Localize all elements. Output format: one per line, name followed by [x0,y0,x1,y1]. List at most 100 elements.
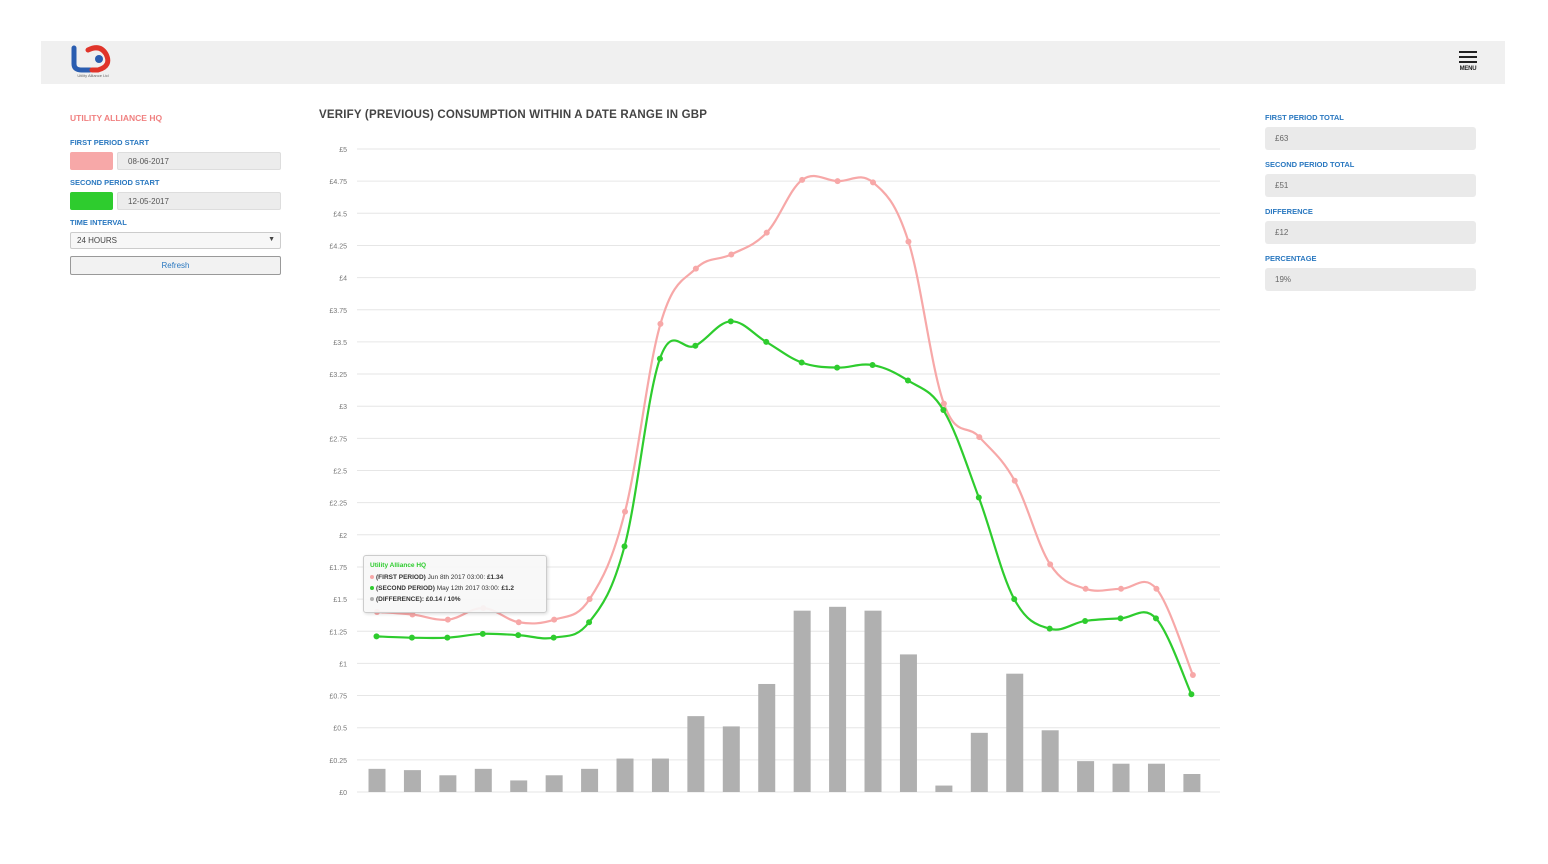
series-point [763,338,770,345]
series-point [408,634,415,641]
difference-bar [510,780,528,792]
difference-bar [722,726,740,792]
difference-bar [474,768,492,792]
tooltip-second-label: (SECOND PERIOD) [376,585,435,592]
difference-bar [758,683,776,792]
tooltip-first-period: (FIRST PERIOD) Jun 8th 2017 03:00: £1.34 [370,574,503,581]
difference-bar [545,775,563,792]
series-point [551,616,558,623]
series-point [1046,625,1053,632]
y-tick-label: £3.5 [333,340,347,347]
difference-bar [368,768,386,792]
tooltip-title: Utility Alliance HQ [370,562,427,569]
series-point [834,178,841,185]
y-tick-label: £0.75 [329,694,347,701]
series-point [975,494,982,501]
y-tick-label: £3.25 [329,372,347,379]
summary-panel: FIRST PERIOD TOTAL £63 SECOND PERIOD TOT… [1265,113,1476,291]
difference-bar [687,716,705,792]
y-tick-label: £4.5 [333,211,347,218]
difference-bar [651,758,669,792]
second-period-dot [370,586,374,591]
tooltip-difference-label: (DIFFERENCE): [376,596,425,603]
tooltip-first-value: £1.34 [486,574,504,581]
series-point [1117,615,1124,622]
difference-bar [439,775,457,792]
difference-bar [793,610,811,792]
y-tick-label: £0.5 [333,726,347,733]
difference-bar [935,785,953,792]
series-point [1011,596,1018,603]
difference-field: £12 [1265,221,1476,244]
difference-bar [581,768,599,792]
series-point [869,362,876,369]
second-total-field: £51 [1265,174,1476,197]
series-point [763,229,770,236]
series-point [904,377,911,384]
y-tick-label: £4 [339,276,347,283]
y-tick-label: £5 [339,147,347,154]
y-tick-label: £2 [339,533,347,540]
series-point [479,630,486,637]
series-point [1188,691,1195,698]
y-tick-label: £1.5 [333,597,347,604]
y-tick-label: £1 [339,661,347,668]
series-point [657,320,664,327]
first-total-field: £63 [1265,127,1476,150]
y-tick-label: £2.75 [329,436,347,443]
percentage-field: 19% [1265,268,1476,291]
tooltip-first-date: Jun 8th 2017 03:00: [427,574,486,581]
y-tick-label: £3.75 [329,308,347,315]
series-line [376,320,1193,695]
series-point [586,596,593,603]
difference-bar [403,770,421,792]
series-point [444,634,451,641]
y-tick-label: £2.25 [329,501,347,508]
tooltip-difference-value: £0.14 / 10% [425,596,461,603]
difference-bar [1006,673,1024,792]
series-point [799,176,806,183]
tooltip-second-period: (SECOND PERIOD) May 12th 2017 03:00: £1.… [370,585,514,592]
series-point [373,633,380,640]
first-total-label: FIRST PERIOD TOTAL [1265,113,1344,122]
difference-bar [1112,763,1130,792]
series-point [834,364,841,371]
series-point [798,359,805,366]
difference-label: DIFFERENCE [1265,207,1313,216]
difference-bar [1077,761,1095,792]
difference-bar [829,606,847,792]
series-point [1011,477,1018,484]
tooltip-difference: (DIFFERENCE): £0.14 / 10% [370,596,461,603]
first-period-dot [370,575,374,580]
series-point [940,407,947,414]
series-point [976,434,983,441]
difference-bar [1183,773,1201,792]
difference-bar [1147,763,1165,792]
series-point [905,238,912,245]
difference-bar [1041,730,1059,792]
series-point [1153,585,1160,592]
series-point [515,632,522,639]
series-point [656,355,663,362]
series-point [550,634,557,641]
series-point [870,179,877,186]
percentage-label: PERCENTAGE [1265,254,1317,263]
y-tick-label: £0 [339,790,347,797]
difference-bar [616,758,634,792]
series-point [692,342,699,349]
series-point [621,543,628,550]
y-tick-label: £4.25 [329,243,347,250]
difference-bar [864,610,882,792]
difference-dot [370,597,374,602]
difference-bar [970,732,988,792]
tooltip-second-value: £1.2 [501,585,515,592]
series-point [1047,561,1054,568]
y-tick-label: £3 [339,404,347,411]
series-point [692,265,699,272]
y-tick-label: £1.25 [329,629,347,636]
series-point [728,251,735,258]
series-point [1118,585,1125,592]
series-point [1152,615,1159,622]
series-point [515,619,522,626]
chart-tooltip: Utility Alliance HQ (FIRST PERIOD) Jun 8… [363,555,547,613]
